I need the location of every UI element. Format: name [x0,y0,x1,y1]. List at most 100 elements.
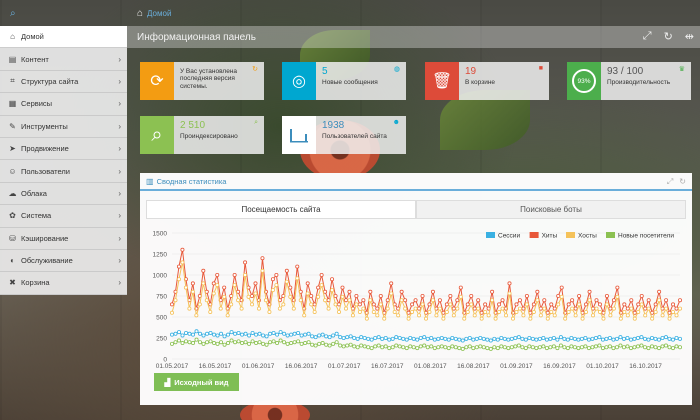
indexed-widget[interactable]: ⌕ 2 510 Проиндексировано ⌕ [140,116,264,154]
update-widget[interactable]: ⟳ У Вас установлена последняя версия сис… [140,62,264,100]
data-point [580,316,585,321]
data-point [544,337,549,342]
data-point [601,316,606,321]
reset-view-button[interactable]: ▟ Исходный вид [154,373,239,391]
data-point [646,298,651,303]
data-point [323,298,328,303]
data-point [569,344,574,349]
data-point [653,345,658,350]
data-point [310,334,315,339]
data-point [542,306,547,311]
messages-widget[interactable]: ◎ 5 Новые сообщения ◍ [282,62,406,100]
bar-chart-icon: ▥ [146,176,154,186]
collapse-icon[interactable]: ⇹ [685,30,694,43]
sidebar-item[interactable]: ⌗ Структура сайта › [0,70,127,94]
sidebar-item[interactable]: ⛁ Кэширование › [0,227,127,250]
sidebar-item[interactable]: ☁ Облака › [0,182,127,206]
sidebar-item[interactable]: ✖ Корзина › [0,272,127,295]
data-point [663,335,668,340]
legend-swatch [566,232,575,238]
fullscreen-icon[interactable]: ⤢ [643,30,652,43]
data-point [488,346,493,351]
data-point [507,281,512,286]
shield-icon: ◐ [10,256,15,266]
data-point [611,298,616,303]
data-point [282,331,287,336]
y-tick-label: 1250 [153,252,168,259]
data-point [347,289,352,294]
data-point [404,337,409,342]
data-point [250,339,255,344]
chevron-right-icon: › [118,54,121,64]
data-point [305,291,310,296]
data-point [448,302,453,307]
data-point [437,306,442,311]
y-tick-label: 1000 [153,273,168,280]
data-point [369,337,374,342]
data-point [169,332,174,337]
x-tick-label: 01.05.2017 [156,363,189,370]
data-point [212,341,217,346]
data-point [278,330,283,335]
data-point [467,344,472,349]
rocket-icon: ➤ [9,144,16,154]
series-line [171,249,681,315]
sidebar-item-label: Облака [21,188,47,198]
data-point [541,344,546,349]
data-point [471,337,476,342]
sidebar-item[interactable]: ✿ Система › [0,205,127,228]
reload-icon[interactable]: ↻ [679,177,686,187]
data-point [180,341,185,346]
sidebar-item[interactable]: ▤ Контент › [0,48,127,71]
sidebar-item[interactable]: ➤ Продвижение › [0,137,127,161]
data-point [506,337,511,342]
data-point [383,344,388,349]
data-point [219,340,224,345]
chevron-right-icon: › [118,278,121,288]
sidebar-item[interactable]: ☺ Пользователи › [0,160,127,183]
data-point [319,283,324,288]
data-point [632,316,637,321]
data-point [343,298,348,303]
trash-widget[interactable]: 🗑 19 В корзине ■ [425,62,549,100]
x-tick-label: 16.05.2017 [199,363,232,370]
data-point [215,333,220,338]
data-point [450,344,455,349]
expand-icon[interactable]: ⤢ [667,177,673,187]
performance-widget[interactable]: 93% 93 / 100 Производительность ♛ [567,62,691,100]
data-point [618,343,623,348]
sidebar-item[interactable]: ✎ Инструменты › [0,115,127,138]
data-point [552,313,557,318]
data-point [340,285,345,290]
panel-header: ▥ Сводная статистика ⤢ ↻ [140,173,692,191]
data-point [562,345,567,350]
data-point [579,345,584,350]
data-point [556,302,561,307]
data-point [399,289,404,294]
users-widget[interactable]: 1938 Пользователей сайта ☻ [282,116,406,154]
sidebar-item[interactable]: ⌂ Домой [0,26,127,49]
data-point [190,281,195,286]
breadcrumb-home-link[interactable]: Домой [147,9,171,18]
sidebar-item[interactable]: ▦ Сервисы › [0,93,127,116]
data-point [642,336,647,341]
data-point [439,344,444,349]
data-point [674,336,679,341]
data-point [371,302,376,307]
data-point [212,332,217,337]
data-point [664,298,669,303]
data-point [236,330,241,335]
data-point [425,336,430,341]
data-point [376,343,381,348]
tab-traffic[interactable]: Посещаемость сайта [146,200,416,218]
data-point [625,344,630,349]
x-tick-label: 01.07.2017 [328,363,361,370]
refresh-icon[interactable]: ↻ [664,30,673,43]
data-point [464,336,469,341]
data-point [232,273,237,278]
traffic-chart: 025050075010001250150001.05.2017 16.05.20… [153,231,683,370]
sidebar-item[interactable]: ◐ Обслуживание › [0,249,127,273]
search-icon[interactable]: ⌕ [10,8,16,19]
tab-search-bots[interactable]: Поисковые боты [416,200,686,218]
data-point [306,331,311,336]
